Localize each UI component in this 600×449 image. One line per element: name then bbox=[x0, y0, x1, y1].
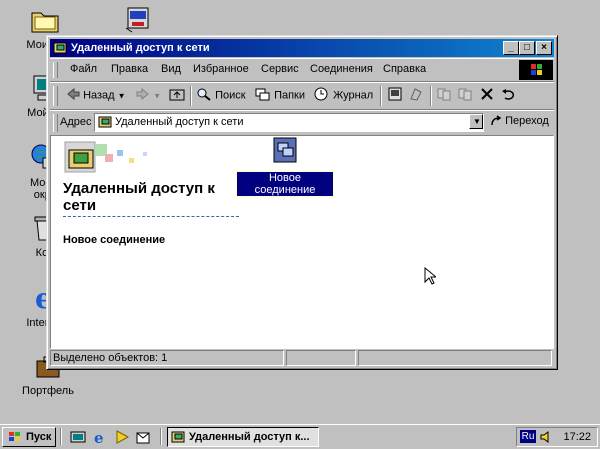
chevron-down-icon: ▼ bbox=[473, 117, 481, 126]
back-label: Назад bbox=[83, 89, 115, 102]
desktop-icon-label: Портфель bbox=[22, 385, 74, 397]
explorer-window: Удаленный доступ к сети _ □ × Файл Правк… bbox=[46, 35, 558, 370]
map-drive-button[interactable] bbox=[408, 87, 424, 105]
svg-text:e: e bbox=[94, 429, 104, 445]
go-label: Переход bbox=[505, 115, 549, 127]
journal-button[interactable]: Журнал bbox=[314, 87, 373, 105]
delete-icon bbox=[480, 87, 494, 104]
forward-button[interactable]: ▼ bbox=[136, 87, 161, 105]
chevron-down-icon[interactable]: ▼ bbox=[118, 91, 126, 100]
go-button[interactable]: Переход bbox=[490, 115, 549, 127]
address-label: Адрес bbox=[60, 116, 92, 128]
window-title: Удаленный доступ к сети bbox=[71, 42, 210, 54]
windows-logo-icon bbox=[519, 60, 553, 80]
menu-bar-grip[interactable] bbox=[53, 62, 58, 78]
search-label: Поиск bbox=[215, 89, 246, 102]
start-button[interactable]: Пуск bbox=[2, 427, 56, 447]
properties-button[interactable] bbox=[387, 87, 403, 105]
toolbar-grip[interactable] bbox=[53, 86, 58, 106]
properties-icon bbox=[387, 87, 403, 104]
folder-heading: Удаленный доступ к сети bbox=[63, 180, 215, 214]
heading-divider bbox=[63, 216, 239, 217]
selected-item-name: Новое соединение bbox=[63, 234, 166, 246]
dialup-networking-icon bbox=[98, 115, 112, 132]
map-drive-icon bbox=[408, 87, 424, 104]
address-bar-grip[interactable] bbox=[53, 114, 58, 132]
undo-icon bbox=[501, 87, 517, 104]
folder-banner-icon bbox=[57, 138, 177, 178]
menu-connections[interactable]: Соединения bbox=[310, 63, 373, 75]
menu-view[interactable]: Вид bbox=[161, 63, 181, 75]
folders-icon bbox=[255, 87, 271, 104]
toolbar-separator bbox=[430, 86, 432, 106]
address-dropdown-button[interactable]: ▼ bbox=[469, 114, 483, 129]
status-selected-count: Выделено объектов: 1 bbox=[50, 350, 284, 366]
up-folder-icon bbox=[169, 87, 185, 104]
windows-flag-icon bbox=[7, 431, 23, 446]
maximize-button[interactable]: □ bbox=[519, 41, 535, 55]
menu-favorites[interactable]: Избранное bbox=[193, 63, 249, 75]
menu-edit[interactable]: Правка bbox=[111, 63, 148, 75]
status-bar: Выделено объектов: 1 bbox=[50, 349, 554, 367]
taskbar-window-button[interactable]: Удаленный доступ к... bbox=[167, 427, 319, 447]
journal-label: Журнал bbox=[333, 89, 374, 102]
system-tray: Ru 17:22 bbox=[516, 427, 598, 447]
forward-arrow-icon bbox=[136, 87, 150, 104]
list-item[interactable]: Новое соединение bbox=[236, 136, 334, 197]
language-indicator[interactable]: Ru bbox=[520, 430, 536, 443]
toolbar-separator bbox=[190, 86, 192, 106]
go-arrow-icon bbox=[490, 115, 505, 127]
move-to-button[interactable] bbox=[436, 87, 452, 105]
menu-file[interactable]: Файл bbox=[70, 63, 97, 75]
dialup-networking-icon bbox=[53, 41, 67, 55]
taskbar: Пуск e Удаленный доступ к... Ru 17:22 bbox=[0, 424, 600, 449]
start-label: Пуск bbox=[26, 431, 52, 443]
history-icon bbox=[314, 87, 330, 104]
search-button[interactable]: Поиск bbox=[196, 87, 246, 105]
chevron-down-icon[interactable]: ▼ bbox=[153, 91, 161, 100]
volume-icon[interactable] bbox=[539, 430, 553, 447]
folders-label: Папки bbox=[274, 89, 305, 102]
dialup-networking-icon bbox=[171, 430, 185, 446]
status-zone bbox=[358, 350, 552, 366]
menu-help[interactable]: Справка bbox=[383, 63, 426, 75]
new-connection-icon bbox=[271, 136, 299, 169]
search-icon bbox=[196, 87, 212, 104]
folder-view[interactable]: Удаленный доступ к сети Новое соединение… bbox=[50, 135, 554, 349]
internet-explorer-icon[interactable]: e bbox=[92, 429, 108, 447]
delete-button[interactable] bbox=[480, 87, 494, 105]
folder-icon bbox=[29, 4, 61, 36]
address-input[interactable]: Удаленный доступ к сети ▼ bbox=[94, 113, 484, 132]
clock: 17:22 bbox=[563, 431, 591, 443]
network-app-icon bbox=[122, 4, 154, 36]
close-button[interactable]: × bbox=[536, 41, 552, 55]
minimize-button[interactable]: _ bbox=[503, 41, 519, 55]
show-desktop-icon[interactable] bbox=[70, 429, 86, 445]
status-size bbox=[286, 350, 356, 366]
back-button[interactable]: Назад ▼ bbox=[66, 87, 126, 105]
back-arrow-icon bbox=[66, 87, 80, 104]
address-bar: Адрес Удаленный доступ к сети ▼ Переход bbox=[50, 110, 554, 136]
outlook-express-icon[interactable] bbox=[136, 429, 152, 445]
window-titlebar[interactable]: Удаленный доступ к сети _ □ × bbox=[50, 39, 554, 57]
toolbar-separator bbox=[380, 86, 382, 106]
address-value: Удаленный доступ к сети bbox=[115, 116, 244, 128]
desktop-icon-network-app[interactable] bbox=[98, 4, 178, 36]
folders-button[interactable]: Папки bbox=[255, 87, 305, 105]
standard-toolbar: Назад ▼ ▼ Поиск Папки Журнал bbox=[50, 82, 554, 110]
menu-tools[interactable]: Сервис bbox=[261, 63, 299, 75]
media-player-icon[interactable] bbox=[114, 429, 130, 445]
mouse-cursor-icon bbox=[424, 266, 438, 288]
copy-to-icon bbox=[457, 87, 473, 104]
undo-button[interactable] bbox=[501, 87, 517, 105]
quick-launch-separator bbox=[160, 428, 162, 445]
menu-bar: Файл Правка Вид Избранное Сервис Соедине… bbox=[50, 58, 554, 82]
quick-launch-separator bbox=[60, 428, 62, 445]
copy-to-button[interactable] bbox=[457, 87, 473, 105]
taskbar-window-label: Удаленный доступ к... bbox=[189, 431, 310, 443]
move-to-icon bbox=[436, 87, 452, 104]
file-label: Новое соединение bbox=[236, 171, 334, 197]
up-folder-button[interactable] bbox=[169, 87, 185, 105]
